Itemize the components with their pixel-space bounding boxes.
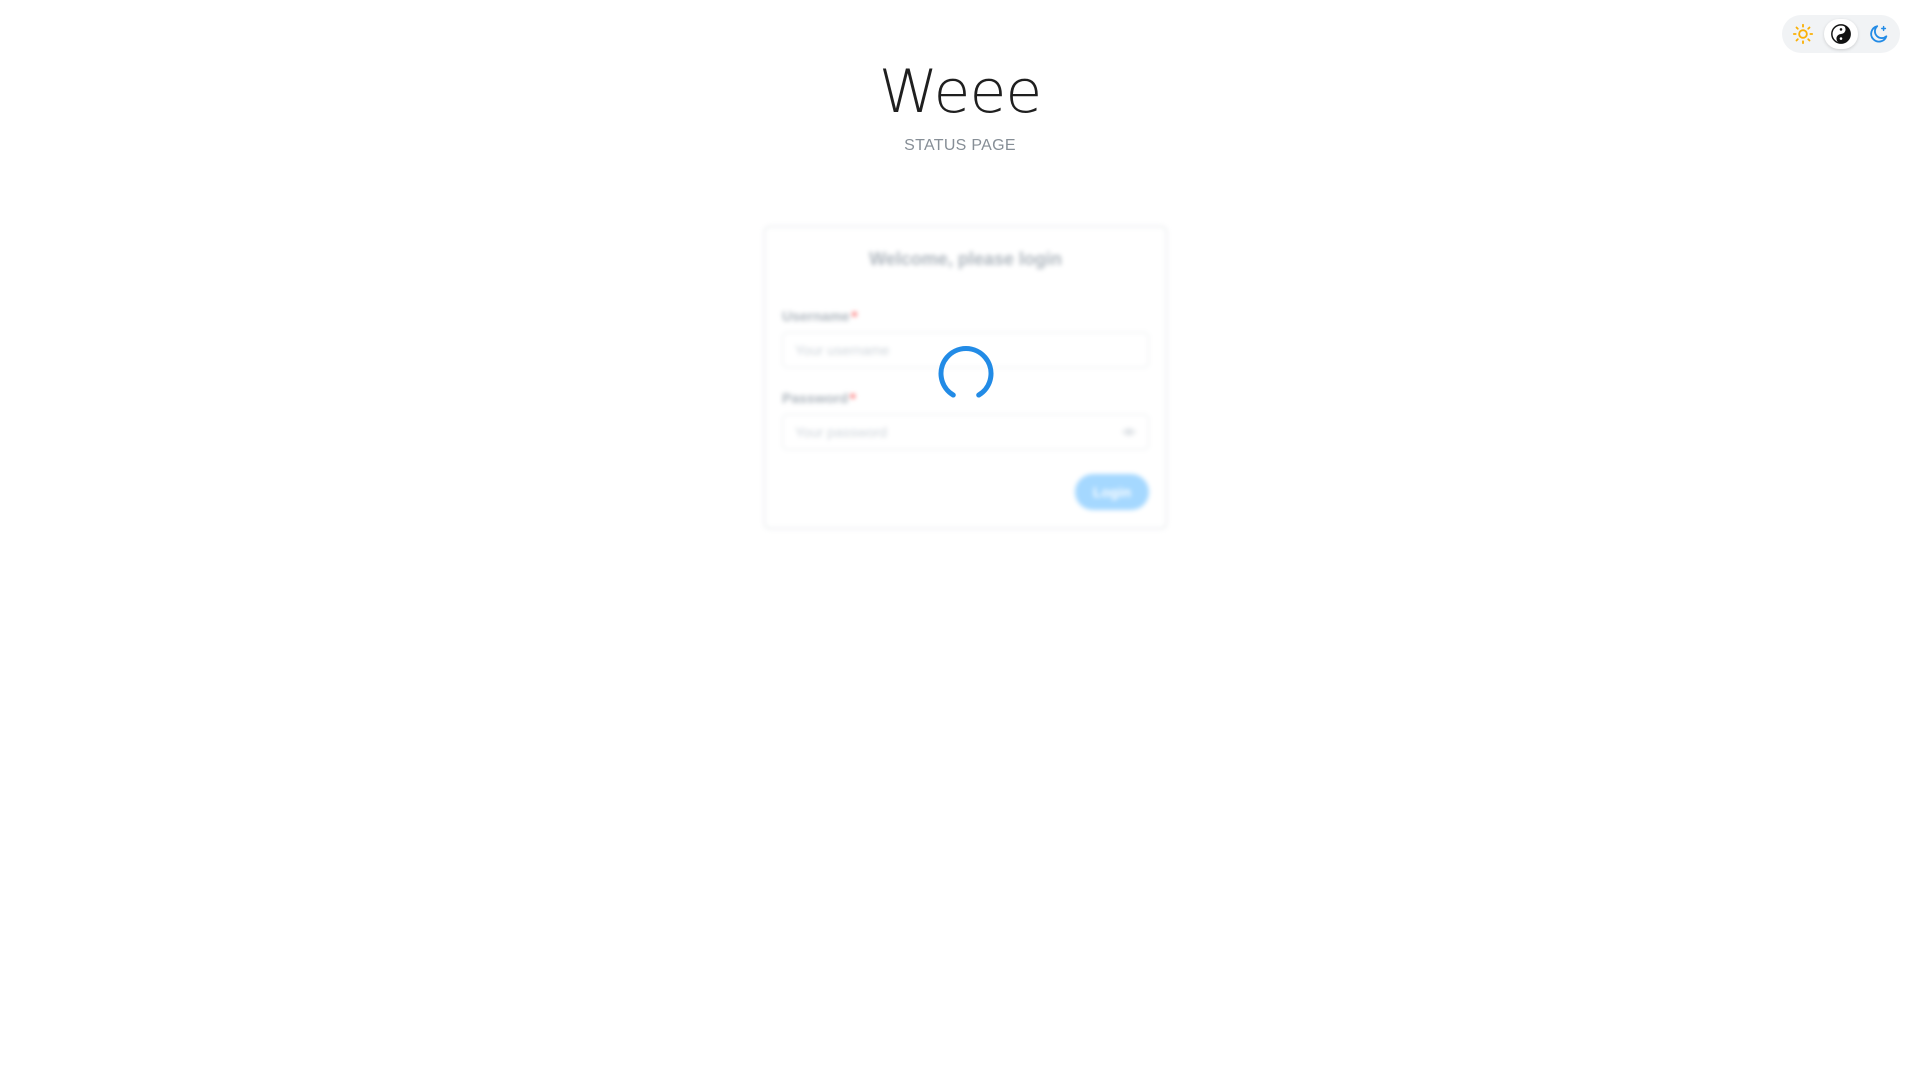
auto-theme-button[interactable] [1824, 19, 1858, 49]
loading-spinner-icon [938, 346, 994, 398]
sun-icon [1792, 23, 1814, 45]
brand-title: Weee [878, 57, 1043, 127]
login-card: Welcome, please login Username * Your use… [764, 226, 1167, 529]
login-heading: Welcome, please login [869, 249, 1062, 269]
brand-subtitle: STATUS PAGE [904, 137, 1016, 154]
username-placeholder: Your username [795, 342, 890, 358]
moon-icon [1870, 25, 1888, 43]
password-input[interactable]: Your password [782, 414, 1149, 450]
brand-header: Weee STATUS PAGE [0, 58, 1920, 155]
username-label: Username * [782, 308, 858, 324]
eye-icon[interactable] [1122, 425, 1136, 439]
dark-theme-button[interactable] [1862, 19, 1896, 49]
light-theme-button[interactable] [1786, 19, 1820, 49]
required-mark: * [850, 390, 856, 406]
theme-switcher[interactable] [1782, 15, 1900, 53]
required-mark: * [851, 308, 858, 324]
password-placeholder: Your password [795, 424, 888, 440]
yin-yang-icon [1831, 24, 1851, 44]
login-button[interactable]: Login [1075, 474, 1149, 510]
